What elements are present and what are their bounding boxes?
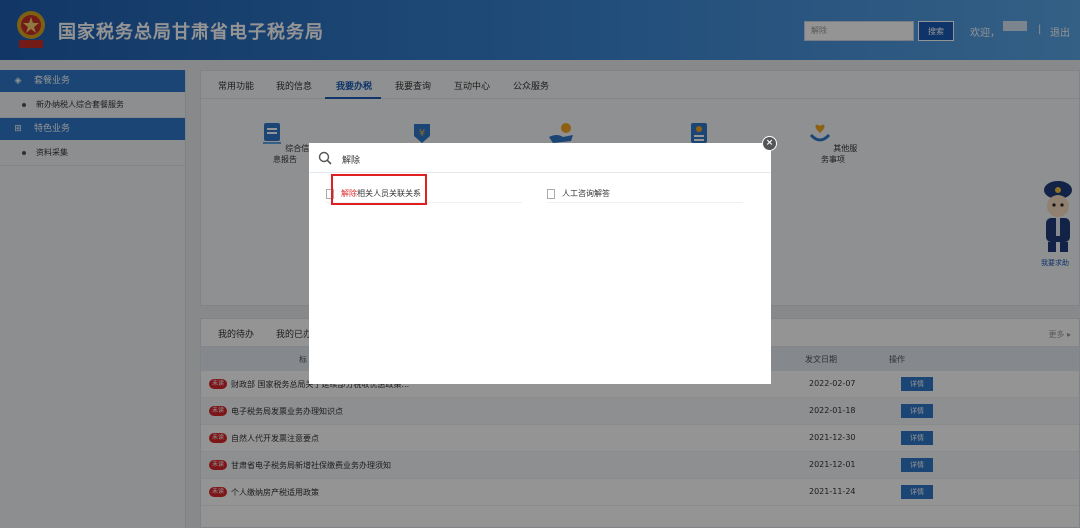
- document-icon: [547, 189, 555, 199]
- search-icon: [318, 151, 332, 165]
- modal-search-bar: 解除: [309, 143, 771, 173]
- close-icon: ×: [765, 138, 774, 148]
- close-modal-button[interactable]: ×: [762, 136, 777, 151]
- result-text: 人工咨询解答: [562, 189, 610, 198]
- annotation-highlight-box: [331, 174, 427, 205]
- result-label: 人工咨询解答: [562, 188, 610, 199]
- modal-search-input[interactable]: 解除: [342, 153, 360, 166]
- search-result-item[interactable]: 人工咨询解答: [547, 187, 743, 203]
